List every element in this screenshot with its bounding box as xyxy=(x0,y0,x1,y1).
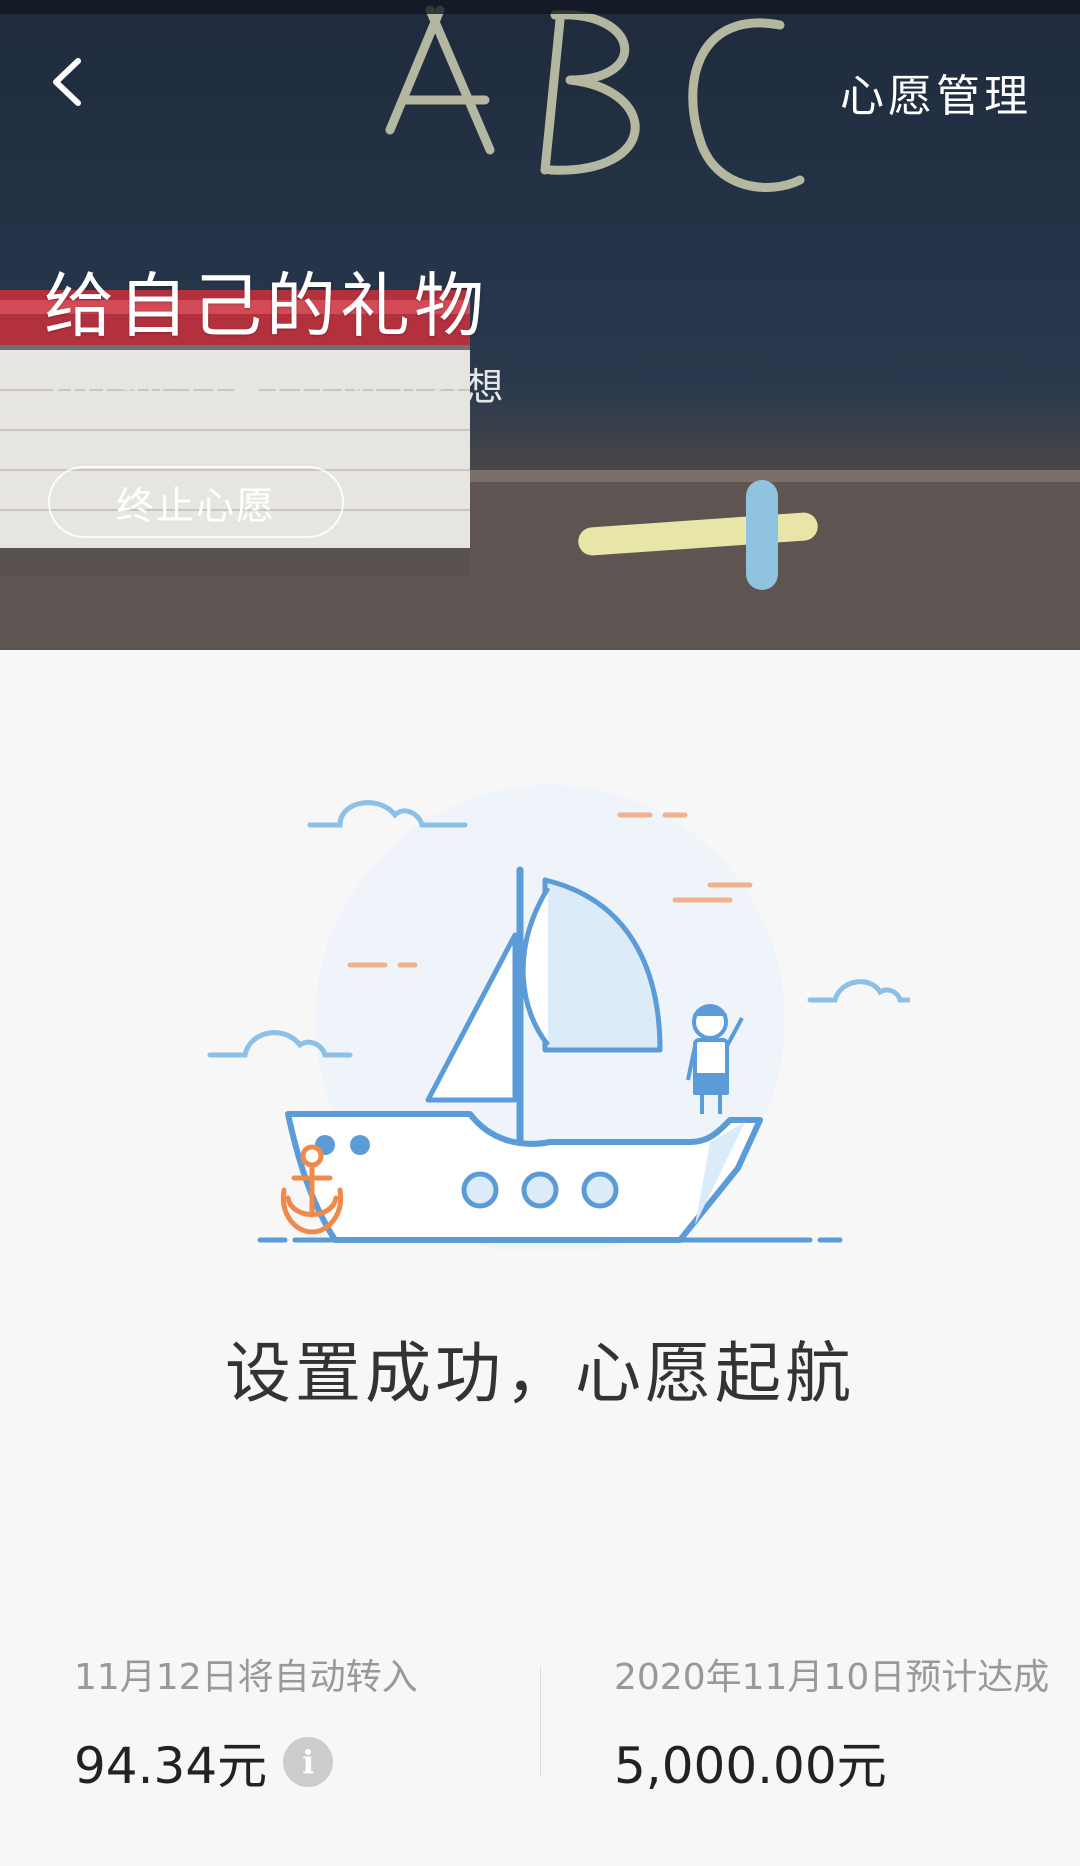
wish-title: 给自己的礼物 xyxy=(44,265,488,347)
chevron-left-icon xyxy=(53,58,81,106)
wish-management-button[interactable]: 心愿管理 xyxy=(840,60,1032,124)
auto-transfer-label: 11月12日将自动转入 xyxy=(74,1657,418,1698)
sailboat-illustration xyxy=(207,785,910,1250)
auto-transfer-amount: 94.34元 xyxy=(74,1737,268,1795)
info-icon[interactable]: i xyxy=(283,1737,334,1787)
stop-wish-button[interactable]: 终止心愿 xyxy=(48,466,344,538)
target-stat: 2020年11月10日预计达成 5,000.00元 xyxy=(614,1648,1049,1798)
wish-created-date: 2019年11月11日建立梦想 xyxy=(44,365,504,409)
hero-banner: 心愿管理 给自己的礼物 2019年11月11日建立梦想 终止心愿 xyxy=(0,0,1080,650)
auto-transfer-stat: 11月12日将自动转入 94.34元 i xyxy=(74,1648,418,1798)
status-bar-strip xyxy=(0,0,1080,14)
back-button[interactable] xyxy=(38,52,98,112)
stats-divider xyxy=(540,1666,541,1776)
target-date-label: 2020年11月10日预计达成 xyxy=(614,1657,1050,1698)
success-message: 设置成功，心愿起航 xyxy=(225,1335,855,1412)
target-amount: 5,000.00元 xyxy=(614,1737,887,1795)
